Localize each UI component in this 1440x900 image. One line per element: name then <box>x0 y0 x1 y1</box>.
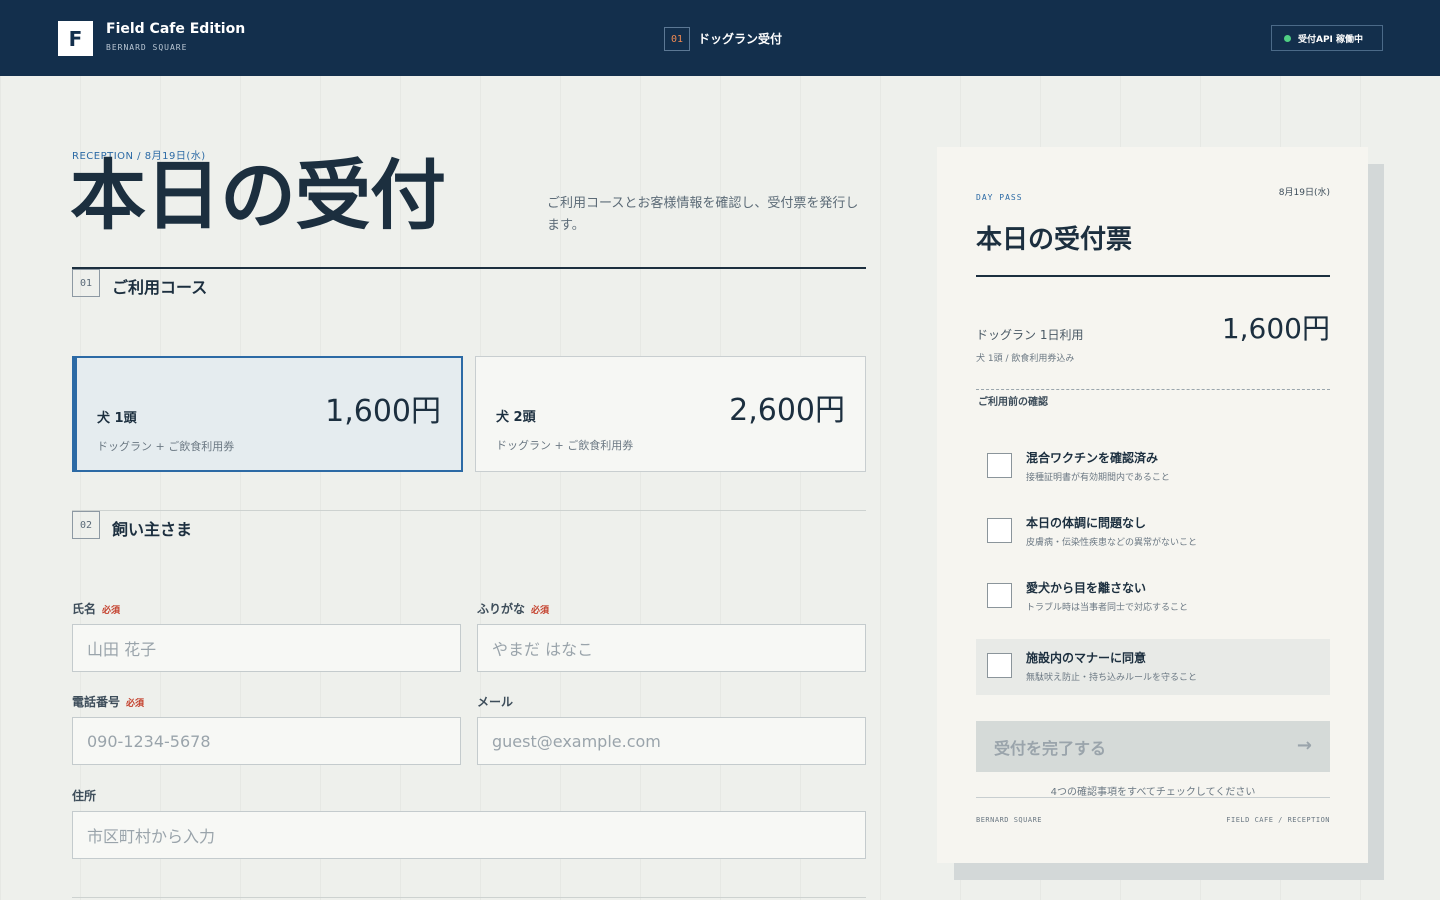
kana-label-text: ふりがな <box>477 602 526 616</box>
name-field[interactable]: 山田 花子 <box>72 624 461 672</box>
complete-reception-button[interactable]: 受付を完了する → <box>976 721 1330 772</box>
phone-label-text: 電話番号 <box>72 695 121 709</box>
check-detail: 接種証明書が有効期間内であること <box>1026 473 1170 483</box>
submit-hint: 4つの確認事項をすべてチェックしてください <box>1050 787 1256 798</box>
check-supervision[interactable]: 愛犬から目を離さない トラブル時は当事者同士で対応すること <box>976 569 1330 625</box>
required-badge: 必須 <box>102 606 121 616</box>
checkbox[interactable] <box>987 583 1012 608</box>
check-vaccine[interactable]: 混合ワクチンを確認済み 接種証明書が有効期間内であること <box>976 439 1330 495</box>
checkbox[interactable] <box>987 518 1012 543</box>
checkbox[interactable] <box>987 453 1012 478</box>
brand-name: Field Cafe Edition <box>106 21 246 37</box>
checkbox[interactable] <box>987 653 1012 678</box>
course-name: 犬 1頭 <box>97 411 137 426</box>
page-title: 本日の受付 <box>70 151 446 240</box>
check-health[interactable]: 本日の体調に問題なし 皮膚病・伝染性疾患などの異常がないこと <box>976 504 1330 560</box>
check-detail: トラブル時は当事者同士で対応すること <box>1026 603 1189 613</box>
check-title: 愛犬から目を離さない <box>1026 581 1147 595</box>
section-number: 02 <box>72 511 100 539</box>
api-status-badge: 受付API 稼働中 <box>1271 25 1383 51</box>
course-price: 1,600円 <box>325 394 441 429</box>
phone-field[interactable]: 090-1234-5678 <box>72 717 461 765</box>
step-number: 01 <box>664 27 690 51</box>
email-field[interactable]: guest@example.com <box>477 717 866 765</box>
course-option-1dog[interactable]: 犬 1頭 ドッグラン + ご飲食利用券 1,600円 <box>72 356 463 472</box>
kana-label: ふりがな 必須 <box>477 600 549 617</box>
step-label: ドッグラン受付 <box>698 32 783 46</box>
section-divider <box>72 267 866 269</box>
ticket-perforation <box>931 147 943 863</box>
api-status-text: 受付API 稼働中 <box>1298 34 1364 45</box>
course-detail: ドッグラン + ご飲食利用券 <box>496 439 634 452</box>
checklist-heading: ご利用前の確認 <box>978 397 1048 408</box>
ticket-divider <box>976 275 1330 277</box>
ticket-item: ドッグラン 1日利用 <box>976 328 1084 342</box>
check-detail: 無駄吠え防止・持ち込みルールを守ること <box>1026 673 1198 683</box>
name-label: 氏名 必須 <box>72 600 120 617</box>
course-price: 2,600円 <box>729 393 845 428</box>
brand-subtitle: BERNARD SQUARE <box>106 43 188 52</box>
course-name: 犬 2頭 <box>496 410 536 425</box>
phone-label: 電話番号 必須 <box>72 693 144 710</box>
arrow-right-icon: → <box>1296 735 1312 756</box>
ticket-footer-divider <box>976 797 1330 798</box>
logo[interactable]: F <box>58 21 93 56</box>
section-title-course: ご利用コース <box>112 278 208 297</box>
required-badge: 必須 <box>531 606 550 616</box>
course-detail: ドッグラン + ご飲食利用券 <box>97 440 235 453</box>
section-divider <box>72 510 866 511</box>
ticket-footer-right: FIELD CAFE / RECEPTION <box>1226 816 1330 824</box>
email-label: メール <box>477 695 514 709</box>
address-field[interactable]: 市区町村から入力 <box>72 811 866 859</box>
section-title-owner: 飼い主さま <box>112 520 193 539</box>
check-title: 混合ワクチンを確認済み <box>1026 451 1159 465</box>
address-label: 住所 <box>72 789 97 803</box>
ticket-pass-label: DAY PASS <box>976 193 1023 202</box>
submit-label: 受付を完了する <box>994 738 1107 758</box>
reception-ticket: DAY PASS 8月19日(水) 本日の受付票 ドッグラン 1日利用 犬 1頭… <box>931 147 1368 863</box>
check-title: 本日の体調に問題なし <box>1026 516 1147 530</box>
ticket-title: 本日の受付票 <box>976 225 1133 255</box>
ticket-dashed-divider <box>976 389 1330 390</box>
ticket-footer-left: BERNARD SQUARE <box>976 816 1043 824</box>
status-dot-icon <box>1284 34 1291 42</box>
check-detail: 皮膚病・伝染性疾患などの異常がないこと <box>1026 538 1198 548</box>
required-badge: 必須 <box>126 699 145 709</box>
section-number: 01 <box>72 269 100 297</box>
name-label-text: 氏名 <box>72 602 97 616</box>
ticket-price: 1,600円 <box>1221 312 1330 345</box>
ticket-date: 8月19日(水) <box>1278 188 1330 198</box>
course-option-2dogs[interactable]: 犬 2頭 ドッグラン + ご飲食利用券 2,600円 <box>475 356 866 472</box>
check-title: 施設内のマナーに同意 <box>1026 651 1147 665</box>
page-description: ご利用コースとお客様情報を確認し、受付票を発行します。 <box>547 196 859 233</box>
top-bar: F Field Cafe Edition BERNARD SQUARE 01 ド… <box>0 0 1440 76</box>
kana-field[interactable]: やまだ はなこ <box>477 624 866 672</box>
ticket-item-detail: 犬 1頭 / 飲食利用券込み <box>976 354 1075 364</box>
check-manners[interactable]: 施設内のマナーに同意 無駄吠え防止・持ち込みルールを守ること <box>976 639 1330 695</box>
section-divider <box>72 897 866 898</box>
